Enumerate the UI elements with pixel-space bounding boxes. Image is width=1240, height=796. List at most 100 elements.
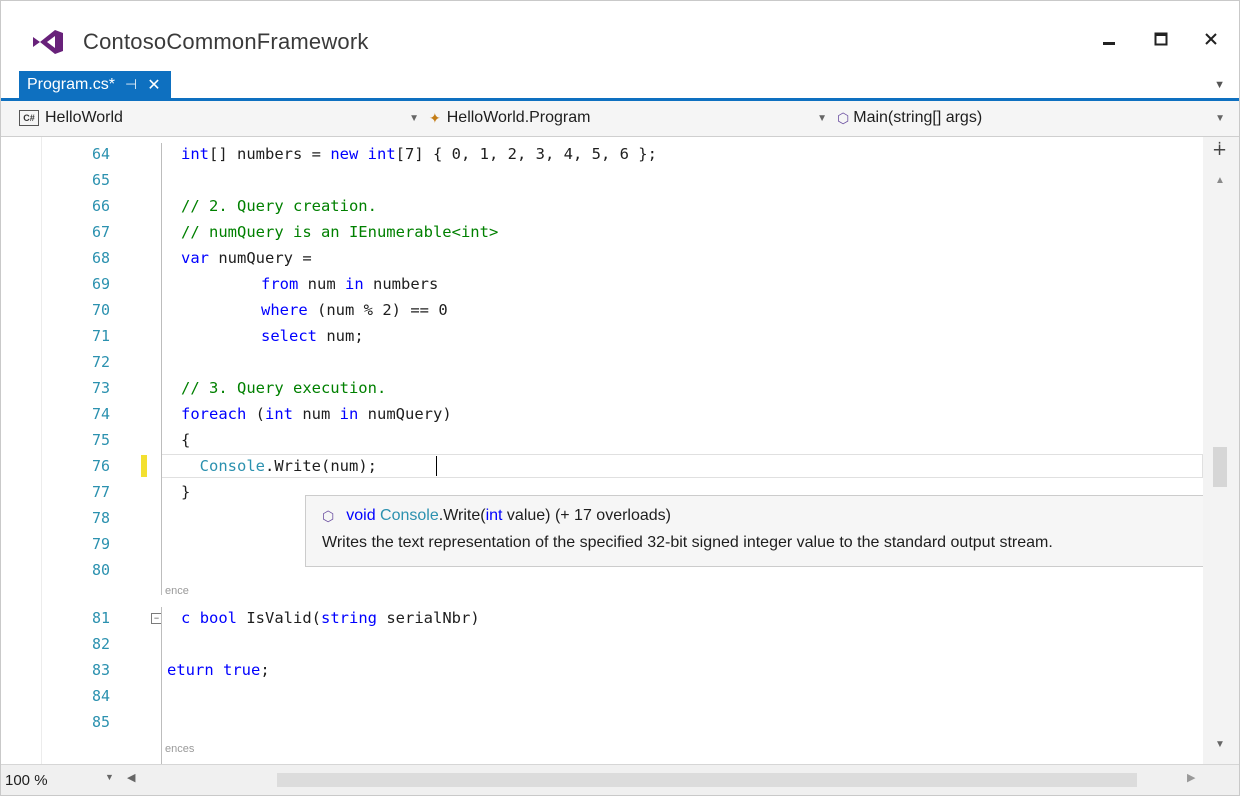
code-token: in bbox=[345, 275, 364, 293]
method-icon: ⬡ bbox=[322, 507, 335, 524]
signature-method: .Write( bbox=[438, 507, 486, 524]
code-token: serialNbr) bbox=[377, 609, 480, 627]
code-line[interactable]: where (num % 2) == 0 bbox=[205, 297, 448, 323]
outline-guide bbox=[161, 607, 162, 764]
code-token: // 2. Query creation. bbox=[181, 197, 377, 215]
project-name: HelloWorld bbox=[45, 109, 123, 126]
line-number: 71 bbox=[91, 327, 110, 345]
code-area[interactable]: int[] numbers = new int[7] { 0, 1, 2, 3,… bbox=[161, 137, 1201, 764]
scroll-left-icon[interactable]: ◀ bbox=[127, 771, 135, 784]
project-dropdown[interactable]: C# HelloWorld ▼ bbox=[19, 105, 423, 131]
type-dropdown[interactable]: ✦ HelloWorld.Program ▼ bbox=[429, 105, 831, 131]
code-line[interactable]: from num in numbers bbox=[205, 271, 438, 297]
line-number: 74 bbox=[91, 405, 110, 423]
line-number: 83 bbox=[91, 661, 110, 679]
signature-rest: value) (+ 17 overloads) bbox=[502, 507, 671, 524]
code-line[interactable]: var numQuery = bbox=[181, 245, 312, 271]
code-token: numbers bbox=[363, 275, 439, 293]
ide-window: ContosoCommonFramework Program.cs* ⊣ ✕ ▼… bbox=[0, 0, 1240, 796]
vertical-scrollbar[interactable]: ∔ ▲ ▼ bbox=[1203, 137, 1239, 764]
line-number: 76 bbox=[91, 457, 110, 475]
line-number: 64 bbox=[91, 145, 110, 163]
close-button[interactable] bbox=[1193, 21, 1229, 57]
line-number: 70 bbox=[91, 301, 110, 319]
code-line[interactable]: c bool IsValid(string serialNbr) bbox=[181, 605, 480, 631]
line-number: 79 bbox=[91, 535, 110, 553]
navigation-bar: C# HelloWorld ▼ ✦ HelloWorld.Program ▼ ⬡… bbox=[1, 101, 1239, 137]
tab-program-cs[interactable]: Program.cs* ⊣ ✕ bbox=[19, 71, 171, 98]
scroll-down-icon[interactable]: ▼ bbox=[1215, 739, 1225, 750]
maximize-button[interactable] bbox=[1143, 21, 1179, 57]
line-number: 73 bbox=[91, 379, 110, 397]
horizontal-scrollbar[interactable] bbox=[147, 770, 1187, 790]
code-line[interactable]: // numQuery is an IEnumerable<int> bbox=[181, 219, 498, 245]
indicator-margin[interactable] bbox=[1, 137, 42, 764]
code-token: string bbox=[321, 609, 378, 627]
minimize-button[interactable] bbox=[1091, 21, 1127, 57]
scroll-up-icon[interactable]: ▲ bbox=[1215, 175, 1225, 186]
codelens-references[interactable]: ences bbox=[165, 743, 194, 755]
line-number: 72 bbox=[91, 353, 110, 371]
chevron-down-icon: ▼ bbox=[817, 113, 827, 124]
signature-param-type: int bbox=[485, 507, 503, 524]
member-dropdown[interactable]: ⬡ Main(string[] args) ▼ bbox=[837, 105, 1229, 131]
vertical-scroll-thumb[interactable] bbox=[1213, 447, 1227, 487]
tooltip-signature: ⬡ void Console.Write(int value) (+ 17 ov… bbox=[322, 502, 1216, 530]
code-token: int bbox=[265, 405, 293, 423]
code-line[interactable]: select num; bbox=[205, 323, 364, 349]
horizontal-scroll-thumb[interactable] bbox=[277, 773, 1137, 787]
code-line[interactable]: foreach (int num in numQuery) bbox=[181, 401, 452, 427]
code-line[interactable]: } bbox=[181, 479, 190, 505]
code-editor[interactable]: 64 65 66 67 68 69 70 71 72 73 74 75 76 77 78 79 80 81 82 83… bbox=[1, 137, 1239, 764]
line-number: 81 bbox=[91, 609, 110, 627]
editor-gutter: 64 65 66 67 68 69 70 71 72 73 74 75 76 77 78 79 80 81 82 83… bbox=[1, 137, 146, 764]
line-number: 80 bbox=[91, 561, 110, 579]
pin-icon[interactable]: ⊣ bbox=[125, 76, 137, 93]
editor-bottom-bar: 100 % ▼ ◀ ▶ bbox=[1, 764, 1239, 795]
code-token: num bbox=[293, 405, 340, 423]
code-token: int bbox=[367, 145, 396, 163]
tab-label: Program.cs* bbox=[27, 75, 116, 93]
code-token: new bbox=[330, 145, 359, 163]
code-token: // 3. Query execution. bbox=[181, 379, 387, 397]
document-tab-strip: Program.cs* ⊣ ✕ ▼ bbox=[1, 71, 1239, 101]
code-token: bool bbox=[199, 609, 238, 627]
code-token: Console bbox=[199, 457, 265, 475]
scroll-right-icon[interactable]: ▶ bbox=[1187, 771, 1195, 784]
code-token: foreach bbox=[181, 405, 247, 423]
method-icon: ⬡ bbox=[837, 109, 850, 126]
chevron-down-icon[interactable]: ▼ bbox=[105, 772, 114, 782]
code-line[interactable]: // 3. Query execution. bbox=[181, 375, 386, 401]
tab-close-icon[interactable]: ✕ bbox=[147, 75, 160, 95]
tooltip-description: Writes the text representation of the sp… bbox=[322, 534, 1053, 551]
line-number: 78 bbox=[91, 509, 110, 527]
close-icon bbox=[1205, 33, 1217, 45]
tab-overflow-dropdown-icon[interactable]: ▼ bbox=[1214, 79, 1225, 91]
code-line[interactable]: eturn true; bbox=[167, 657, 270, 683]
code-token: num; bbox=[317, 327, 364, 345]
code-line[interactable]: { bbox=[181, 427, 190, 453]
code-token: eturn bbox=[167, 661, 214, 679]
line-number: 85 bbox=[91, 713, 110, 731]
code-token: ( bbox=[246, 405, 265, 423]
line-number: 69 bbox=[91, 275, 110, 293]
csharp-project-icon: C# bbox=[19, 110, 39, 126]
change-tracking-marker bbox=[141, 455, 147, 477]
split-window-icon[interactable]: ∔ bbox=[1212, 139, 1227, 160]
codelens-references[interactable]: ence bbox=[165, 585, 189, 597]
code-line[interactable]: // 2. Query creation. bbox=[181, 193, 377, 219]
code-line[interactable]: int[] numbers = new int[7] { 0, 1, 2, 3,… bbox=[181, 141, 657, 167]
type-name: HelloWorld.Program bbox=[446, 109, 591, 126]
visual-studio-logo-icon bbox=[33, 30, 63, 54]
code-line[interactable]: Console.Write(num); bbox=[181, 453, 377, 479]
line-number: 68 bbox=[91, 249, 110, 267]
code-token: // numQuery is an IEnumerable<int> bbox=[181, 223, 499, 241]
zoom-level: 100 % bbox=[5, 771, 48, 789]
title-bar: ContosoCommonFramework bbox=[1, 1, 1239, 71]
